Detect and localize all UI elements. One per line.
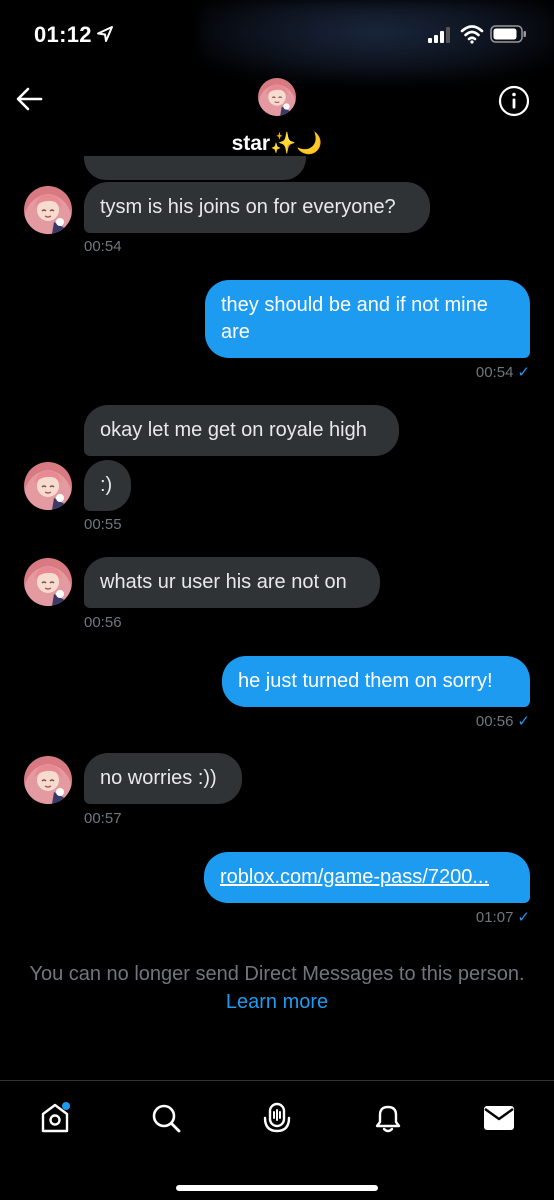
incoming-message-bubble[interactable]: okay let me get on royale high xyxy=(84,405,399,456)
sender-avatar[interactable] xyxy=(24,558,72,606)
status-time: 01:12 xyxy=(34,22,92,47)
incoming-message-bubble[interactable]: :) xyxy=(84,460,131,511)
partial-message-bubble xyxy=(84,156,306,180)
incoming-message-bubble[interactable]: no worries :)) xyxy=(84,753,242,804)
message-time-text: 00:54 xyxy=(475,364,514,381)
search-icon[interactable] xyxy=(149,1101,183,1135)
outgoing-link-bubble[interactable]: roblox.com/game-pass/7200... xyxy=(204,852,530,903)
bottom-tab-bar xyxy=(0,1080,554,1200)
message-timestamp: 01:07 ✓ xyxy=(476,908,530,926)
message-timestamp: 00:56 xyxy=(84,614,122,631)
battery-icon xyxy=(490,25,526,43)
conversation-name[interactable]: star✨🌙 xyxy=(0,132,554,156)
message-timestamp: 00:56 ✓ xyxy=(476,712,530,730)
message-thread: tysm is his joins on for everyone? 00:54… xyxy=(0,156,554,1080)
back-arrow-icon[interactable] xyxy=(14,84,44,114)
dm-restriction-notice: You can no longer send Direct Messages t… xyxy=(0,960,554,1016)
message-text: no worries :)) xyxy=(100,767,217,789)
conversation-name-text: star xyxy=(231,132,271,155)
notifications-icon[interactable] xyxy=(371,1101,405,1135)
incoming-message-bubble[interactable]: tysm is his joins on for everyone? xyxy=(84,182,430,233)
message-text: whats ur user his are not on xyxy=(100,571,347,593)
location-arrow-icon xyxy=(97,26,113,42)
conversation-name-emoji: ✨🌙 xyxy=(270,132,323,155)
message-text: he just turned them on sorry! xyxy=(238,670,493,692)
message-time-text: 01:07 xyxy=(475,909,514,926)
home-icon[interactable] xyxy=(38,1101,72,1135)
read-check-icon: ✓ xyxy=(517,713,530,730)
message-timestamp: 00:54 xyxy=(84,238,122,255)
message-time-text: 00:56 xyxy=(475,713,514,730)
info-icon[interactable] xyxy=(497,84,531,118)
read-check-icon: ✓ xyxy=(517,364,530,381)
home-indicator[interactable] xyxy=(176,1185,378,1191)
message-text: they should be and if not mine are xyxy=(221,294,488,343)
outgoing-message-bubble[interactable]: he just turned them on sorry! xyxy=(222,656,530,707)
notification-dot xyxy=(62,1102,70,1110)
sender-avatar[interactable] xyxy=(24,186,72,234)
sender-avatar[interactable] xyxy=(24,756,72,804)
message-link[interactable]: roblox.com/game-pass/7200... xyxy=(220,866,489,888)
message-text: okay let me get on royale high xyxy=(100,419,367,441)
message-timestamp: 00:57 xyxy=(84,810,122,827)
header-avatar[interactable] xyxy=(258,78,296,116)
message-timestamp: 00:54 ✓ xyxy=(476,363,530,381)
conversation-header: star✨🌙 xyxy=(0,70,554,170)
notice-text: You can no longer send Direct Messages t… xyxy=(29,963,525,985)
status-bar: 01:12 xyxy=(0,0,554,80)
sender-avatar[interactable] xyxy=(24,462,72,510)
read-check-icon: ✓ xyxy=(517,909,530,926)
wifi-icon xyxy=(460,25,484,44)
message-text: tysm is his joins on for everyone? xyxy=(100,196,396,218)
spaces-icon[interactable] xyxy=(260,1101,294,1135)
messages-icon[interactable] xyxy=(482,1101,516,1135)
message-timestamp: 00:55 xyxy=(84,516,122,533)
cellular-signal-icon xyxy=(428,27,450,43)
incoming-message-bubble[interactable]: whats ur user his are not on xyxy=(84,557,380,608)
learn-more-link[interactable]: Learn more xyxy=(0,988,554,1016)
outgoing-message-bubble[interactable]: they should be and if not mine are xyxy=(205,280,530,358)
message-text: :) xyxy=(100,474,113,496)
